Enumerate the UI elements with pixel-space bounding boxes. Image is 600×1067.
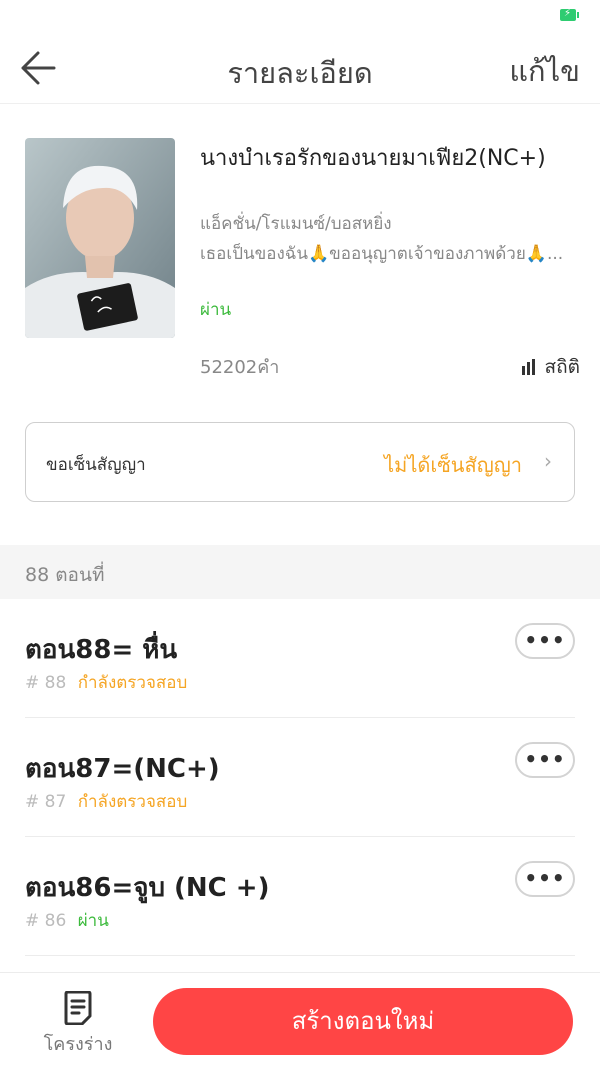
status-bar: ⚡ <box>0 0 600 30</box>
chapter-row[interactable]: ตอน87=(NC+) # 87 กำลังตรวจสอบ ••• <box>25 718 575 837</box>
chapter-count-label: 88 ตอนที่ <box>25 564 105 586</box>
edit-button[interactable]: แก้ไข <box>509 48 580 94</box>
chapter-status: กำลังตรวจสอบ <box>77 792 188 812</box>
battery-icon: ⚡ <box>560 8 579 21</box>
chapter-meta: # 88 กำลังตรวจสอบ <box>25 669 187 696</box>
contract-status: ไม่ได้เซ็นสัญญา <box>384 453 522 477</box>
book-cover-image[interactable] <box>25 138 175 338</box>
chapters-section-header: 88 ตอนที่ <box>0 545 600 599</box>
contract-row[interactable]: ขอเซ็นสัญญา ไม่ได้เซ็นสัญญา › <box>25 422 575 502</box>
top-nav-bar: รายละเอียด แก้ไข <box>0 30 600 104</box>
book-title: นางบำเรอรักของนายมาเฟีย2(NC+) <box>200 146 546 171</box>
draft-button[interactable]: โครงร่าง <box>28 991 128 1058</box>
draft-document-icon <box>64 991 92 1025</box>
chapter-meta: # 87 กำลังตรวจสอบ <box>25 788 187 815</box>
chapter-title: ตอน88= หื่น <box>25 635 178 665</box>
chapter-meta: # 86 ผ่าน <box>25 907 109 934</box>
chapter-list: ตอน88= หื่น # 88 กำลังตรวจสอบ ••• ตอน87=… <box>0 599 600 956</box>
chapter-title: ตอน87=(NC+) <box>25 754 220 784</box>
stats-button[interactable]: สถิติ <box>521 352 580 382</box>
more-options-button[interactable]: ••• <box>515 742 575 778</box>
word-count: 52202คำ <box>200 357 280 378</box>
chevron-right-icon: › <box>544 449 552 473</box>
book-info-card: นางบำเรอรักของนายมาเฟีย2(NC+) แอ็คชั่น/โ… <box>25 138 580 388</box>
chapter-title: ตอน86=จูบ (NC +) <box>25 873 270 903</box>
create-new-chapter-button[interactable]: สร้างตอนใหม่ <box>153 988 573 1055</box>
draft-label: โครงร่าง <box>43 1034 113 1055</box>
chapter-number: # 88 <box>25 673 67 693</box>
book-description: เธอเป็นของฉัน🙏ขออนุญาตเจ้าของภาพด้วย🙏... <box>200 244 564 264</box>
chapter-row[interactable]: ตอน86=จูบ (NC +) # 86 ผ่าน ••• <box>25 837 575 956</box>
contract-label: ขอเซ็นสัญญา <box>46 455 146 475</box>
bar-chart-icon <box>521 359 537 375</box>
bottom-action-bar: โครงร่าง สร้างตอนใหม่ <box>0 972 600 1067</box>
chapter-number: # 86 <box>25 911 67 931</box>
chapter-status: กำลังตรวจสอบ <box>77 673 188 693</box>
book-genre: แอ็คชั่น/โรแมนซ์/บอสหยิ่ง <box>200 214 392 234</box>
chapter-row[interactable]: ตอน88= หื่น # 88 กำลังตรวจสอบ ••• <box>25 599 575 718</box>
more-options-button[interactable]: ••• <box>515 861 575 897</box>
chapter-number: # 87 <box>25 792 67 812</box>
stats-label: สถิติ <box>544 356 580 378</box>
more-options-button[interactable]: ••• <box>515 623 575 659</box>
chapter-status: ผ่าน <box>77 911 109 931</box>
book-status-badge: ผ่าน <box>200 300 232 320</box>
